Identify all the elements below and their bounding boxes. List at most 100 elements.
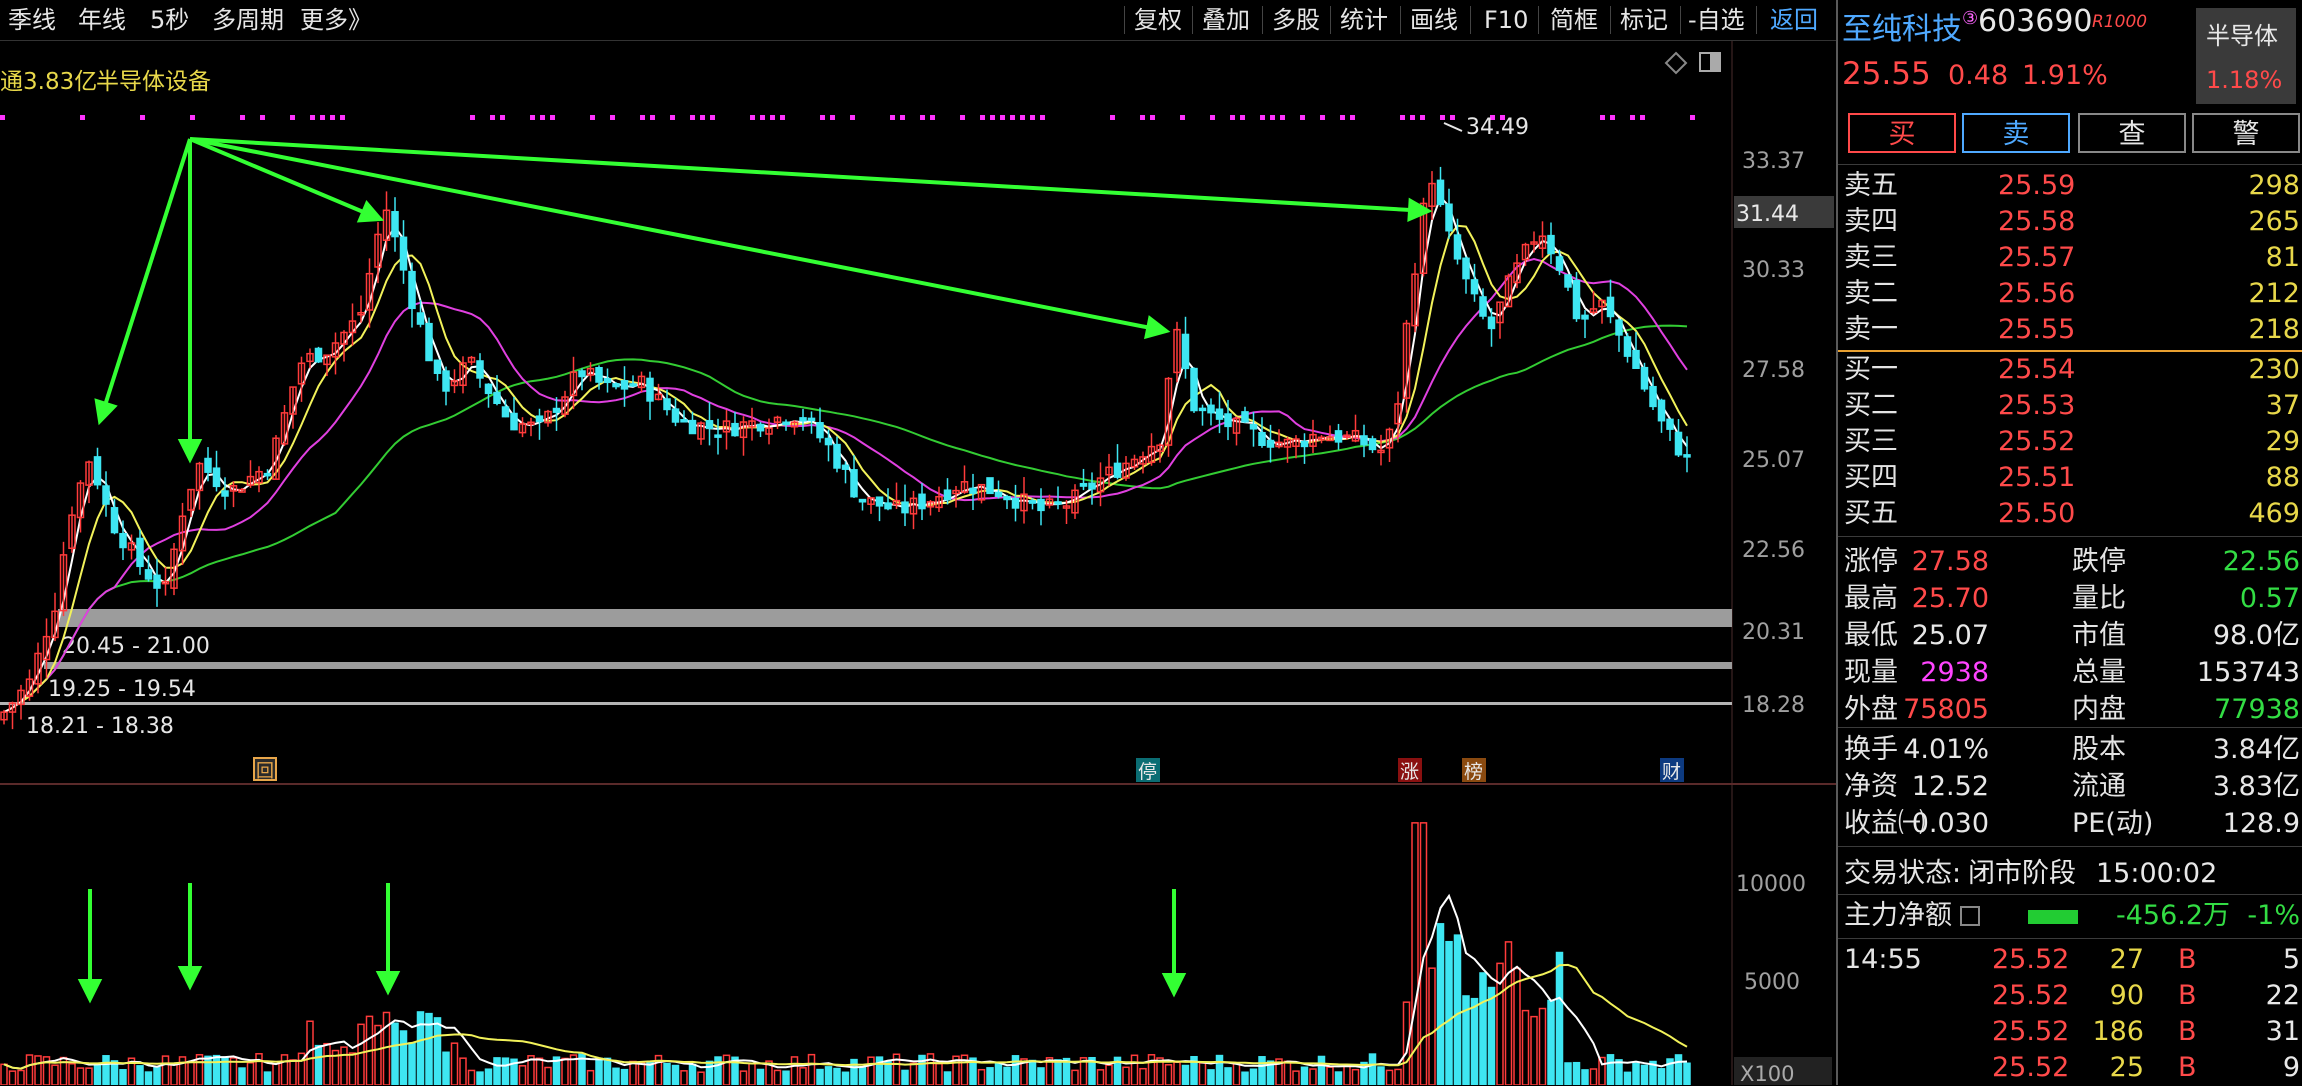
- event-dot: [1610, 115, 1615, 120]
- diamond-icon[interactable]: [1664, 51, 1688, 75]
- simple-frame-button[interactable]: 简框: [1550, 0, 1598, 40]
- arrow-head: [77, 979, 103, 1004]
- volume-bar: [34, 1055, 42, 1085]
- more-periods-button[interactable]: 更多》: [300, 0, 372, 40]
- volume-bar: [824, 1066, 833, 1085]
- f10-button[interactable]: F10: [1484, 0, 1528, 40]
- marker-ting[interactable]: 停: [1136, 758, 1160, 783]
- volume-bar: [858, 1066, 867, 1085]
- chart-toolbar: 季线 年线 5秒 多周期 更多》 复权 叠加 多股 统计 画线 F10 简框 标…: [0, 0, 1836, 41]
- volume-bar: [1258, 1056, 1266, 1085]
- flow-menu-icon[interactable]: [1960, 906, 1980, 926]
- event-dot: [1450, 115, 1455, 120]
- price-tick-2: 30.33: [1742, 258, 1805, 283]
- ask-row-4: 卖四 25.58 265: [1844, 206, 2300, 237]
- marker-bang[interactable]: 榜: [1462, 758, 1486, 783]
- candle-body: [1300, 440, 1309, 448]
- candle-body: [595, 367, 603, 383]
- candle-body: [1054, 501, 1062, 505]
- volume-bar: [901, 1069, 909, 1085]
- stat-row: 最高 25.70 量比 0.57: [1844, 583, 2300, 614]
- event-dot: [920, 115, 925, 120]
- annotation-arrow: [98, 138, 192, 422]
- candle-body: [1462, 257, 1470, 280]
- event-dot: [530, 115, 535, 120]
- volume-bar: [1037, 1067, 1045, 1085]
- panel-toggle-icon[interactable]: [1699, 52, 1721, 72]
- event-dot: [1000, 115, 1005, 120]
- volume-bar: [1309, 1068, 1317, 1085]
- volume-bar: [561, 1057, 569, 1085]
- volume-bar: [1632, 1062, 1640, 1085]
- kline-chart[interactable]: 通3.83亿 半导体设备 20.45 - 21.00 19.25 - 19.54…: [0, 41, 1836, 1085]
- period-year-tab[interactable]: 年线: [78, 0, 126, 40]
- event-dot: [900, 115, 905, 120]
- last-price: 25.55: [1842, 56, 1931, 92]
- current-price-tag-text: 31.44: [1736, 202, 1799, 227]
- marker-cai[interactable]: 财: [1660, 758, 1684, 783]
- vol-unit: X100: [1740, 1062, 1794, 1085]
- candle-body: [1266, 439, 1275, 448]
- adjust-button[interactable]: 复权: [1134, 0, 1182, 40]
- candle-body: [314, 347, 323, 363]
- query-button[interactable]: 查: [2078, 113, 2186, 153]
- volume-bar: [136, 1065, 144, 1085]
- volume-bar: [1071, 1069, 1079, 1085]
- vol-tick-2: 5000: [1744, 970, 1800, 995]
- sell-button[interactable]: 卖: [1962, 113, 2070, 153]
- event-dot: [1410, 115, 1415, 120]
- period-quarter-tab[interactable]: 季线: [8, 0, 56, 40]
- candle-body: [1360, 435, 1368, 446]
- buy-button[interactable]: 买: [1848, 113, 1956, 153]
- volume-bar: [1198, 1062, 1207, 1085]
- multi-period-tab[interactable]: 多周期: [212, 0, 284, 40]
- sector-box[interactable]: 半导体 1.18%: [2196, 8, 2296, 104]
- bid-row-1: 买一 25.54 230: [1844, 354, 2300, 385]
- period-5s-tab[interactable]: 5秒: [150, 0, 189, 40]
- volume-bar: [1164, 1064, 1173, 1085]
- candle-body: [603, 377, 612, 384]
- volume-bar: [408, 1042, 416, 1085]
- event-dot: [330, 115, 335, 120]
- mark-button[interactable]: 标记: [1620, 0, 1668, 40]
- volume-bar: [1122, 1066, 1130, 1085]
- candle-body: [671, 408, 680, 423]
- volume-bar: [1130, 1054, 1139, 1085]
- volume-bar: [884, 1061, 892, 1085]
- arrow-head: [94, 398, 118, 426]
- marker-hui[interactable]: 回: [253, 757, 277, 782]
- event-dot: [690, 115, 695, 120]
- candle-body: [153, 574, 161, 589]
- ma5-line: [3, 195, 1688, 714]
- vol-tick-1: 10000: [1736, 872, 1806, 897]
- tick-row: 25.52 25 B 9: [1992, 1052, 2300, 1083]
- event-dot: [550, 115, 555, 120]
- alert-button[interactable]: 警: [2192, 113, 2300, 153]
- candle-body: [119, 532, 127, 549]
- volume-bar: [484, 1068, 493, 1085]
- multi-stock-button[interactable]: 多股: [1272, 0, 1320, 40]
- event-dot: [1260, 115, 1265, 120]
- volume-bar: [909, 1062, 918, 1085]
- event-dot: [490, 115, 495, 120]
- statistics-button[interactable]: 统计: [1340, 0, 1388, 40]
- volume-bar: [399, 1030, 408, 1085]
- back-button[interactable]: 返回: [1770, 0, 1818, 40]
- candle-body: [1334, 430, 1343, 443]
- remove-watchlist-button[interactable]: -自选: [1688, 0, 1745, 40]
- marker-zhang[interactable]: 涨: [1398, 758, 1422, 783]
- candle-body: [1028, 500, 1037, 504]
- volume-bar: [1224, 1067, 1232, 1085]
- price-tick-3: 27.58: [1742, 358, 1805, 383]
- candle-body: [1037, 498, 1045, 512]
- volume-bar: [1513, 967, 1521, 1085]
- overlay-button[interactable]: 叠加: [1202, 0, 1250, 40]
- draw-line-button[interactable]: 画线: [1410, 0, 1458, 40]
- volume-bar: [586, 1069, 595, 1085]
- candle-body: [425, 322, 433, 362]
- volume-bar: [535, 1057, 544, 1085]
- volume-bar: [935, 1062, 943, 1085]
- tick-row: 25.52 90 B 22: [1992, 980, 2300, 1011]
- candle-body: [663, 398, 671, 411]
- volume-bar: [119, 1069, 127, 1085]
